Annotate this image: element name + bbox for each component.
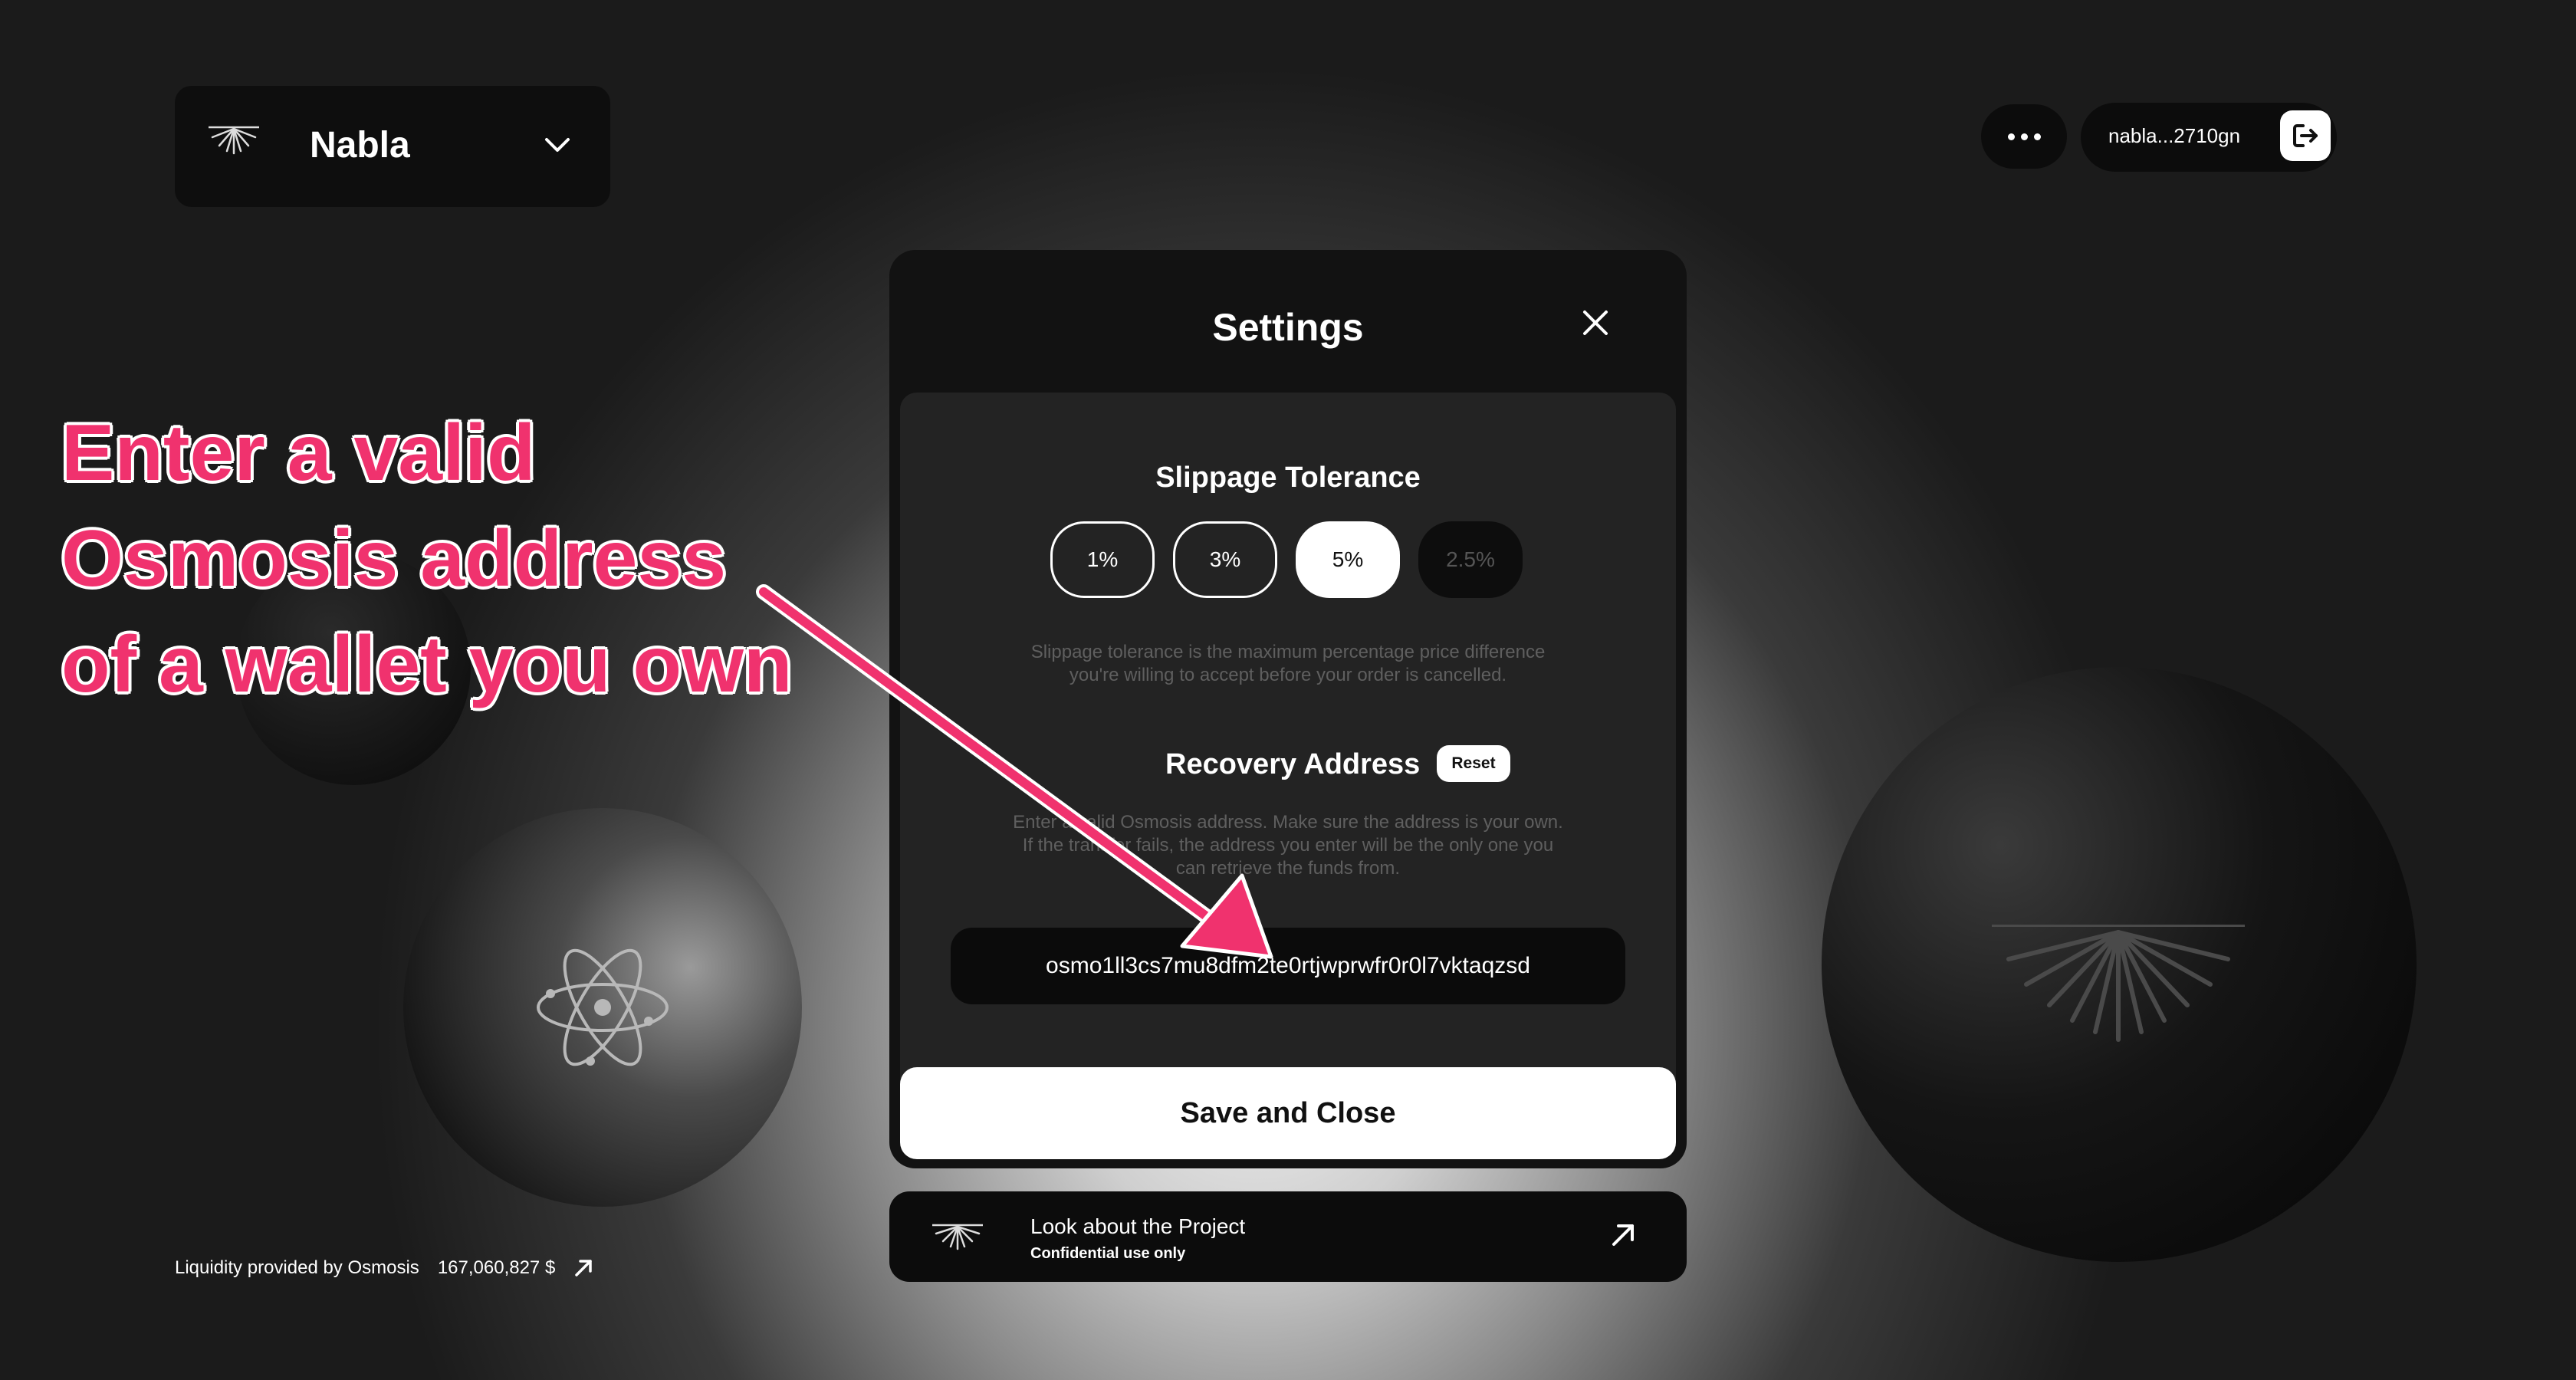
save-and-close-button[interactable]: Save and Close <box>900 1067 1676 1159</box>
network-selector[interactable]: Nabla <box>175 86 610 207</box>
cosmos-coin <box>403 808 802 1207</box>
liquidity-info: Liquidity provided by Osmosis 167,060,82… <box>175 1257 593 1279</box>
logout-icon <box>2293 124 2318 147</box>
dot <box>2007 133 2015 140</box>
liquidity-label: Liquidity provided by Osmosis <box>175 1257 419 1278</box>
arrow-up-right-icon <box>1612 1224 1634 1246</box>
atom-icon <box>537 948 669 1066</box>
nabla-logo-icon <box>1992 925 2245 1042</box>
slippage-title: Slippage Tolerance <box>1155 462 1421 494</box>
close-icon[interactable] <box>1582 310 1608 336</box>
tutorial-annotation: Enter a valid Osmosis address of a walle… <box>61 400 843 718</box>
recovery-description: If the transfer fails, the address you e… <box>1022 835 1554 856</box>
slippage-option-custom[interactable]: 2.5% <box>1418 521 1523 598</box>
reset-button[interactable]: Reset <box>1437 745 1510 782</box>
logout-button[interactable] <box>2280 110 2331 161</box>
slippage-description: you're willing to accept before your ord… <box>1069 665 1507 685</box>
slippage-option-1[interactable]: 1% <box>1050 521 1155 598</box>
recovery-description: can retrieve the funds from. <box>1175 858 1401 879</box>
project-link[interactable]: Look about the Project Confidential use … <box>889 1191 1687 1282</box>
project-subtitle: Confidential use only <box>1030 1245 1186 1262</box>
more-options-button[interactable] <box>1981 104 2067 169</box>
recovery-description: Enter a valid Osmosis address. Make sure… <box>1013 812 1563 833</box>
project-title: Look about the Project <box>1030 1214 1246 1238</box>
slippage-option-3[interactable]: 3% <box>1173 521 1277 598</box>
wallet-badge[interactable]: nabla...2710gn <box>2081 103 2337 172</box>
annotation-line: of a wallet you own <box>61 620 793 709</box>
network-name: Nabla <box>310 125 410 166</box>
annotation-line: Osmosis address <box>61 514 727 603</box>
dot <box>2033 133 2041 140</box>
arrow-up-right-icon[interactable] <box>573 1258 593 1278</box>
chevron-down-icon[interactable] <box>544 136 570 153</box>
settings-panel: Slippage Tolerance 1% 3% 5% 2.5% Slippag… <box>900 393 1676 1159</box>
slippage-option-5[interactable]: 5% <box>1296 521 1400 598</box>
slippage-description: Slippage tolerance is the maximum percen… <box>1030 642 1546 662</box>
modal-title: Settings <box>1212 306 1364 349</box>
nabla-logo-icon <box>932 1224 983 1250</box>
nabla-coin <box>1822 667 2417 1262</box>
recovery-title: Recovery Address <box>1165 748 1421 780</box>
settings-modal: Settings Slippage Tolerance 1% 3% 5% 2.5… <box>889 250 1687 1168</box>
nabla-logo-icon <box>209 126 259 155</box>
annotation-line: Enter a valid <box>61 409 536 498</box>
recovery-address-input[interactable]: osmo1ll3cs7mu8dfm2te0rtjwprwfr0r0l7vktaq… <box>951 928 1625 1004</box>
liquidity-value: 167,060,827 $ <box>437 1257 556 1278</box>
dot <box>2020 133 2028 140</box>
wallet-address: nabla...2710gn <box>2108 124 2241 147</box>
